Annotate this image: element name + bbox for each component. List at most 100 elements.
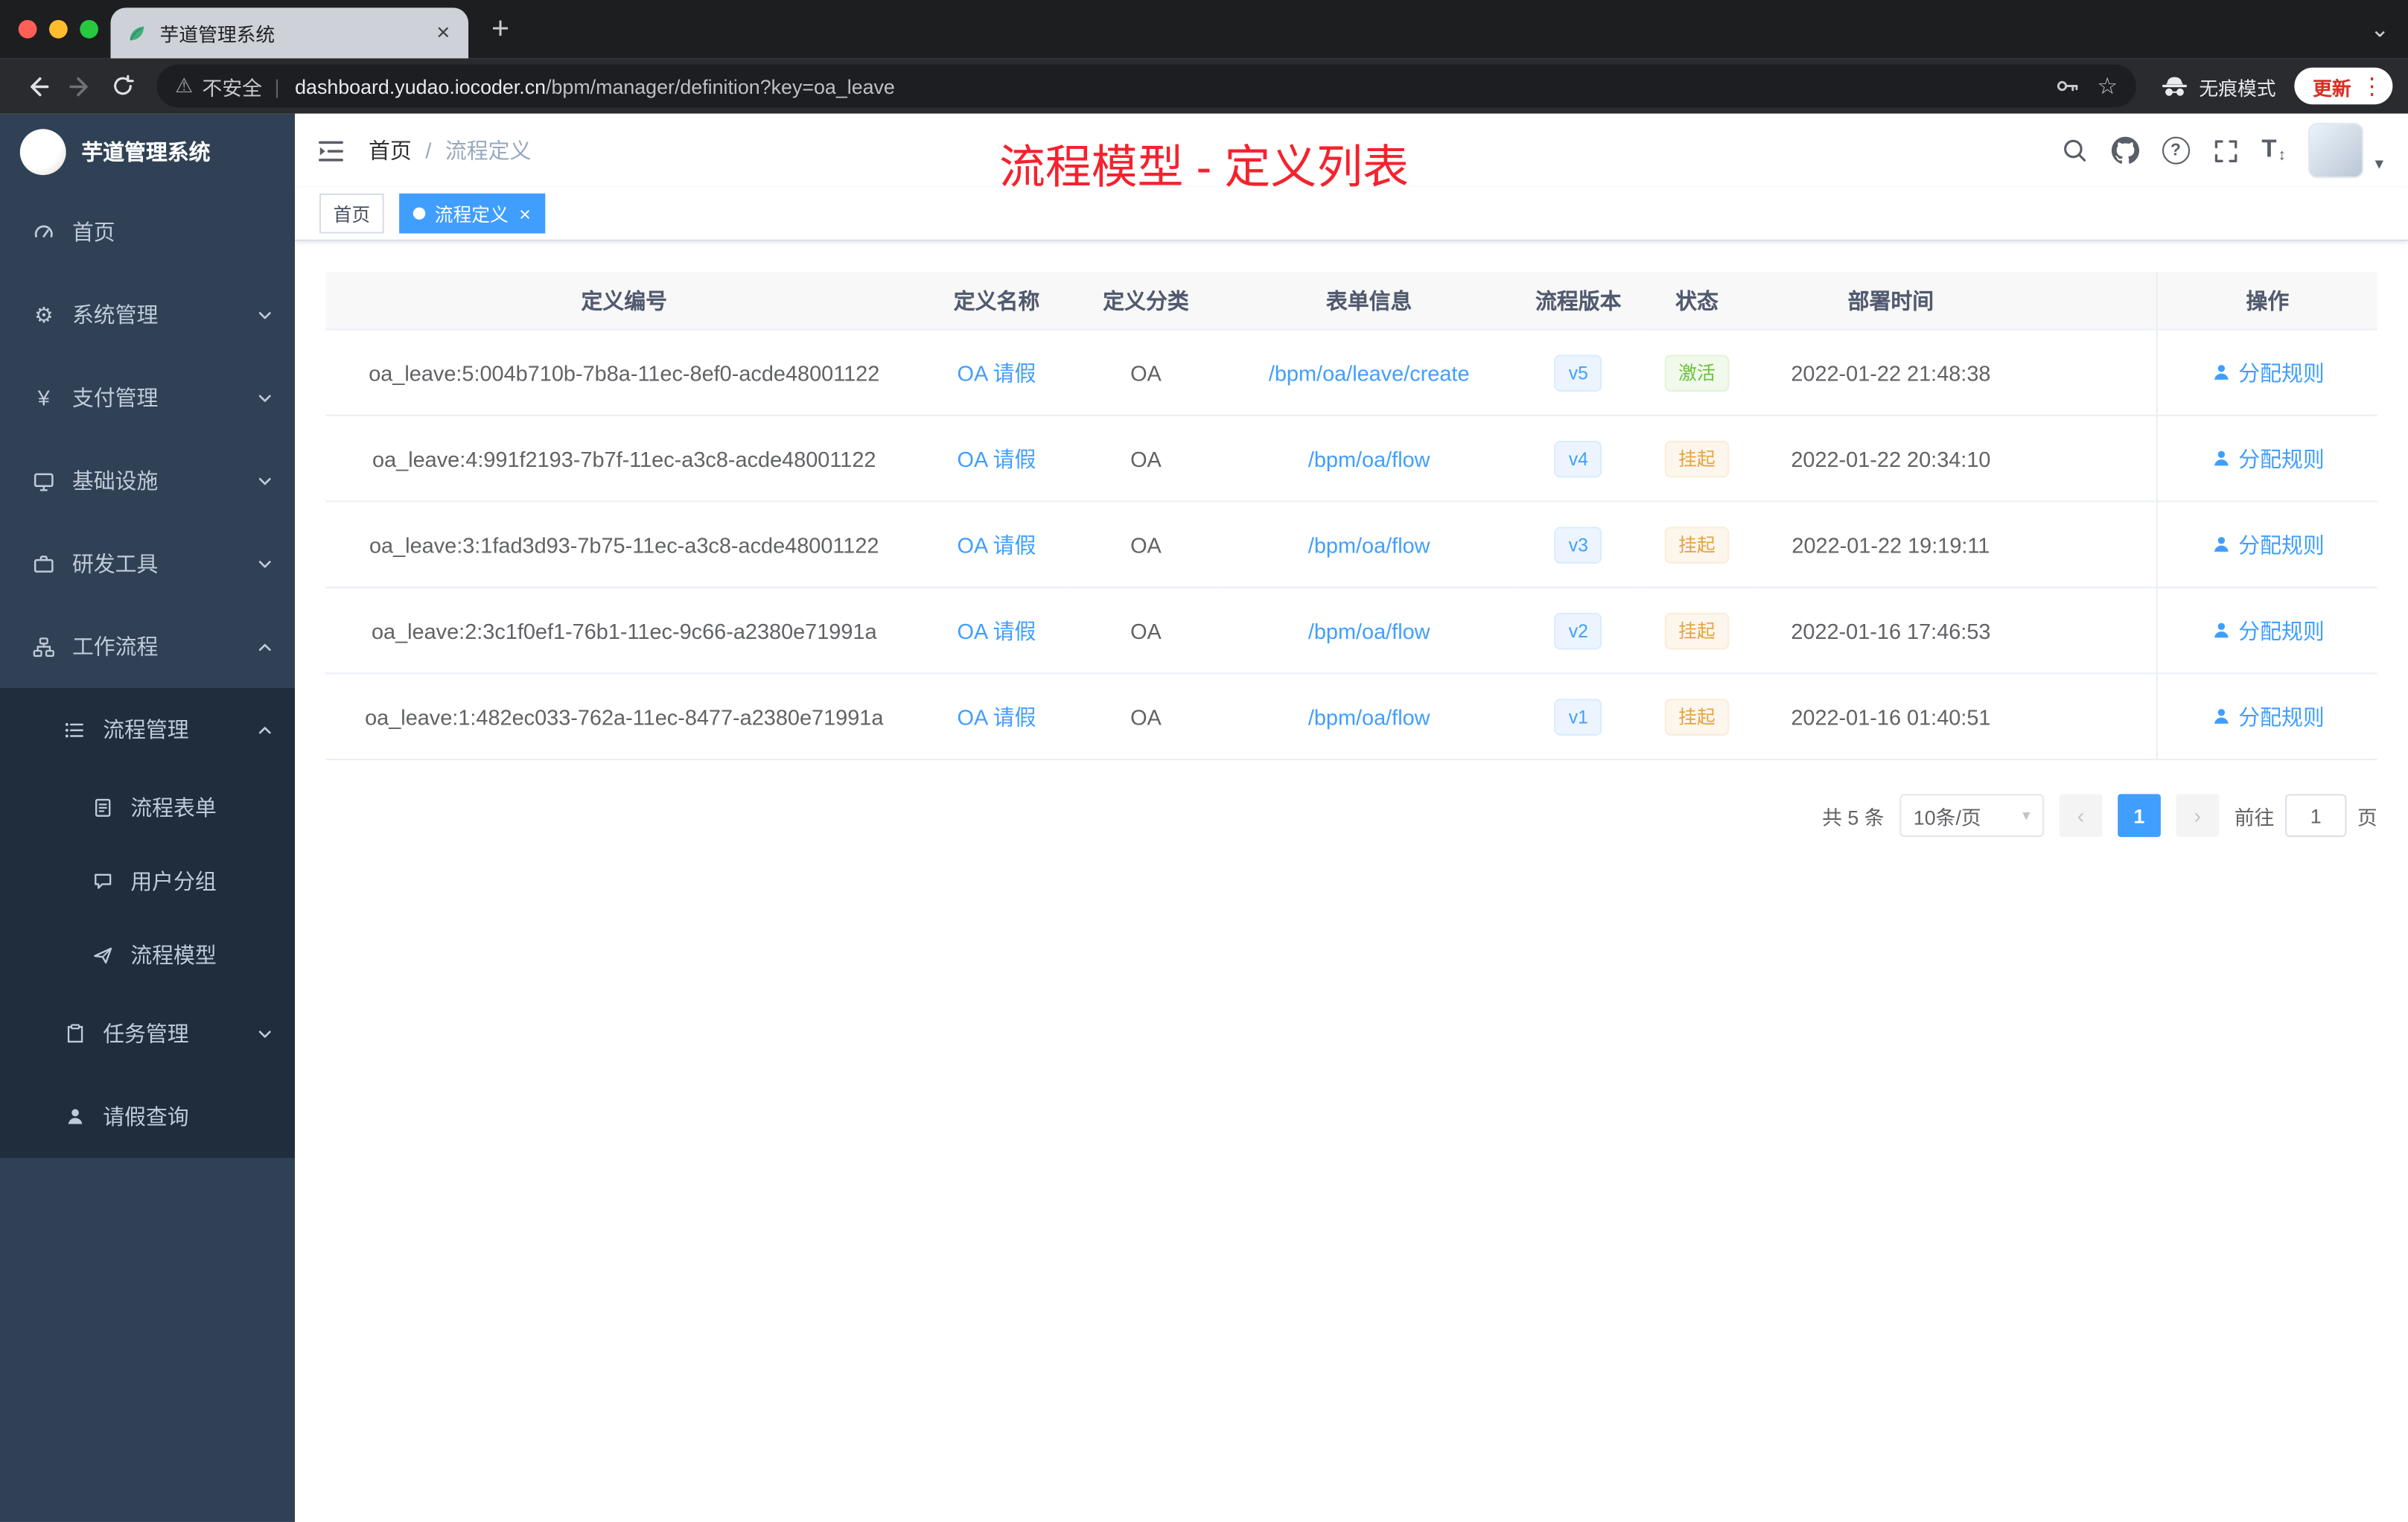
page-size-select[interactable]: 10条/页 ▾ [1899,794,2045,838]
goto-unit: 页 [2357,805,2377,829]
tag-close-icon[interactable]: × [519,203,531,223]
sidebar-item-devtools[interactable]: 研发工具 [0,522,295,605]
sidebar-item-process-management[interactable]: 流程管理 [0,688,295,771]
breadcrumb-separator: / [425,138,432,163]
sidebar-item-user-group[interactable]: 用户分组 [0,844,295,918]
definition-name-link[interactable]: OA 请假 [958,360,1036,385]
definition-name-link[interactable]: OA 请假 [958,446,1036,471]
assign-rule-button[interactable]: 分配规则 [2211,529,2325,560]
form-link[interactable]: /bpm/oa/leave/create [1269,360,1470,385]
sidebar-item-leave-query[interactable]: 请假查询 [0,1075,295,1158]
chevron-down-icon [256,472,273,489]
definition-name-link[interactable]: OA 请假 [958,532,1036,557]
breadcrumb: 首页 / 流程定义 [369,136,531,166]
sidebar-item-label: 用户分组 [130,869,217,894]
address-bar[interactable]: ⚠ 不安全 | dashboard.yudao.iocoder.cn /bpm/… [156,64,2136,108]
sidebar-item-process-form[interactable]: 流程表单 [0,771,295,844]
table-row: oa_leave:3:1fad3d93-7b75-11ec-a3c8-acde4… [325,501,2377,588]
table-row: oa_leave:1:482ec033-762a-11ec-8477-a2380… [325,673,2377,760]
clipboard-icon [62,1023,88,1045]
cell-filler [2028,415,2158,503]
user-avatar[interactable] [2308,123,2365,179]
assign-rule-button[interactable]: 分配规则 [2211,357,2325,388]
forward-button[interactable] [58,65,101,108]
incognito-label: 无痕模式 [2199,77,2276,100]
assign-rule-button[interactable]: 分配规则 [2211,615,2325,646]
cell-definition-id: oa_leave:2:3c1f0ef1-76b1-11ec-9c66-a2380… [325,587,923,675]
browser-tab[interactable]: 芋道管理系统 × [110,7,469,59]
font-size-icon[interactable]: T ↕ [2261,137,2286,165]
sidebar-item-label: 流程模型 [130,943,217,968]
hamburger-icon[interactable] [316,136,345,165]
form-link[interactable]: /bpm/oa/flow [1308,704,1430,729]
close-window-button[interactable] [18,19,37,39]
form-link[interactable]: /bpm/oa/flow [1308,618,1430,643]
table-row: oa_leave:4:991f2193-7b7f-11ec-a3c8-acde4… [325,415,2377,503]
cell-deploy-time: 2022-01-22 20:34:10 [1754,415,2028,503]
maximize-window-button[interactable] [80,19,98,39]
back-button[interactable] [16,65,59,108]
browser-toolbar: ⚠ 不安全 | dashboard.yudao.iocoder.cn /bpm/… [0,58,2408,114]
col-status: 状态 [1640,272,1754,331]
tab-close-icon[interactable]: × [433,22,453,45]
browser-menu-icon[interactable]: ⋮ [2360,72,2383,100]
version-badge: v4 [1555,439,1602,477]
search-icon[interactable] [2060,137,2088,165]
cell-definition-id: oa_leave:4:991f2193-7b7f-11ec-a3c8-acde4… [325,415,923,503]
url-path: /bpm/manager/definition?key=oa_leave [546,74,895,98]
password-key-icon[interactable] [2054,74,2079,98]
page-number-button[interactable]: 1 [2118,794,2161,838]
tab-search-icon[interactable]: ⌄ [2370,0,2389,58]
reload-button[interactable] [101,65,144,108]
url-separator: | [274,74,280,98]
col-definition-name: 定义名称 [923,272,1071,331]
form-link[interactable]: /bpm/oa/flow [1308,446,1430,471]
help-icon[interactable]: ? [2162,136,2190,165]
sidebar-item-label: 支付管理 [71,385,159,410]
tag-home[interactable]: 首页 [319,193,384,234]
tag-process-definition[interactable]: 流程定义 × [399,193,545,234]
assign-rule-button[interactable]: 分配规则 [2211,443,2325,474]
goto-page-input[interactable] [2284,794,2347,838]
security-label[interactable]: 不安全 [203,71,262,101]
sidebar-item-home[interactable]: 首页 [0,191,295,273]
sidebar-item-workflow[interactable]: 工作流程 [0,605,295,688]
breadcrumb-home[interactable]: 首页 [369,136,412,166]
definition-name-link[interactable]: OA 请假 [958,704,1036,729]
status-badge: 挂起 [1664,526,1730,563]
sidebar-item-process-model[interactable]: 流程模型 [0,918,295,992]
assign-rule-button[interactable]: 分配规则 [2211,701,2325,732]
user-icon [62,1106,88,1127]
app-root: 芋道管理系统 首页 ⚙ 系统管理 ¥ 支付管理 基础设施 研发工具 工作流程 流… [0,113,2408,1522]
sidebar-item-infrastructure[interactable]: 基础设施 [0,439,295,522]
sidebar-item-label: 研发工具 [71,551,159,576]
definition-name-link[interactable]: OA 请假 [958,618,1036,643]
minimize-window-button[interactable] [49,19,68,39]
fullscreen-icon[interactable] [2212,138,2238,164]
chevron-up-icon [256,638,273,655]
sidebar-item-task-management[interactable]: 任务管理 [0,992,295,1074]
new-tab-button[interactable]: + [491,0,509,58]
bookmark-star-icon[interactable]: ☆ [2097,72,2118,100]
github-icon[interactable] [2111,136,2139,165]
chevron-down-icon: ▾ [2022,806,2030,824]
favicon-leaf-icon [126,22,147,44]
sidebar-item-payment[interactable]: ¥ 支付管理 [0,357,295,439]
prev-page-button[interactable]: ‹ [2059,794,2103,838]
cell-category: OA [1070,673,1222,760]
status-badge: 挂起 [1664,611,1730,649]
next-page-button[interactable]: › [2176,794,2220,838]
form-link[interactable]: /bpm/oa/flow [1308,532,1430,557]
pagination-total: 共 5 条 [1822,805,1885,829]
status-badge: 挂起 [1664,439,1730,477]
col-form-info: 表单信息 [1221,272,1517,331]
pagination: 共 5 条 10条/页 ▾ ‹ 1 › 前往 页 [325,794,2377,838]
active-dot [413,207,426,220]
avatar-caret-icon[interactable]: ▾ [2375,153,2383,173]
sidebar-item-system[interactable]: ⚙ 系统管理 [0,273,295,356]
cell-deploy-time: 2022-01-22 21:48:38 [1754,329,2028,416]
sidebar-logo[interactable]: 芋道管理系统 [0,114,295,191]
page-content: 定义编号 定义名称 定义分类 表单信息 流程版本 状态 部署时间 操作 oa_l… [295,241,2408,1522]
tab-strip: 芋道管理系统 × + ⌄ [0,0,2408,59]
chrome-update-button[interactable]: 更新 ⋮ [2294,67,2393,105]
